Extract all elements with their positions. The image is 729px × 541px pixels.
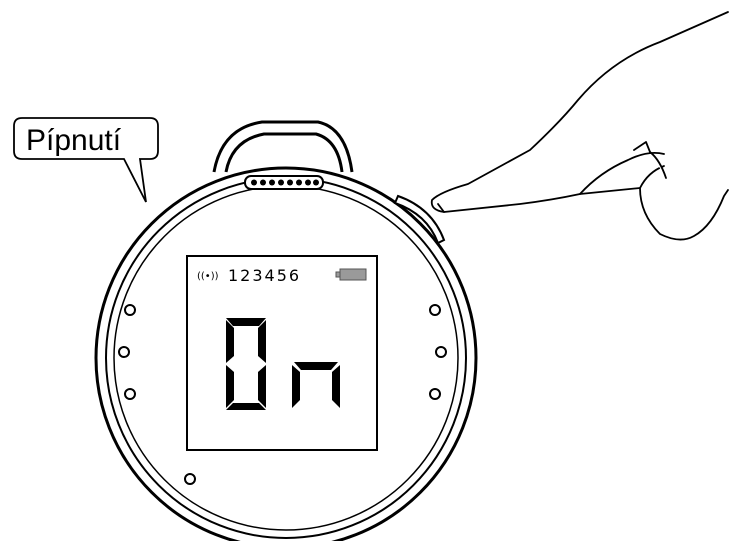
callout-label: Pípnutí <box>26 124 122 157</box>
signal-icon: ((•)) <box>197 271 219 282</box>
device-handle <box>212 120 354 173</box>
callout-bubble: Pípnutí <box>13 117 159 203</box>
speaker-grille <box>244 175 324 190</box>
led-dot-bottom <box>184 473 196 485</box>
diagram-canvas: ((•)) 123456 Pípnutí <box>13 11 729 541</box>
display-screen: ((•)) 123456 <box>186 255 378 451</box>
battery-icon <box>335 268 367 281</box>
device-id: 123456 <box>228 266 301 285</box>
pointing-finger-icon <box>430 11 729 241</box>
